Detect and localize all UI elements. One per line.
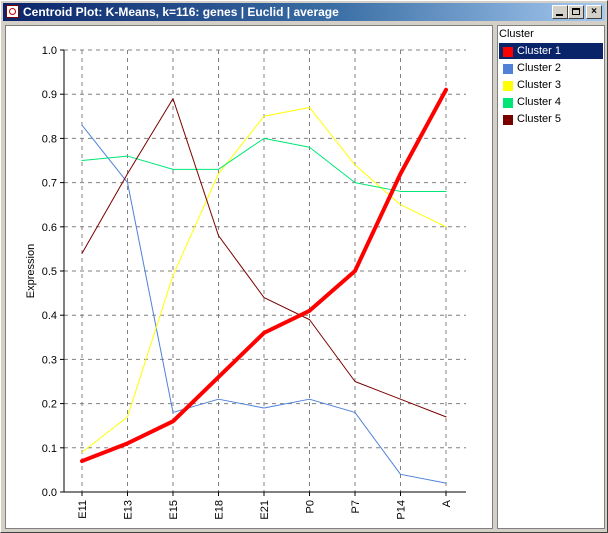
y-tick-label: 0.7 (42, 178, 57, 190)
x-tick-label: E13 (123, 500, 135, 520)
legend-header: Cluster (499, 28, 534, 40)
legend-item-cluster-2[interactable]: Cluster 2 (499, 60, 603, 76)
x-tick-label: P0 (305, 500, 317, 513)
x-tick-label: E15 (168, 500, 180, 520)
x-tick-label: P14 (396, 500, 408, 520)
y-tick-label: 0.6 (42, 222, 57, 234)
maximize-button[interactable] (568, 5, 584, 19)
legend-swatch (503, 115, 513, 125)
legend-swatch (503, 64, 513, 74)
legend-item-cluster-3[interactable]: Cluster 3 (499, 77, 603, 93)
legend-swatch (503, 81, 513, 91)
x-tick-label: P7 (350, 500, 362, 513)
y-tick-label: 0.8 (42, 133, 57, 145)
y-tick-label: 1.0 (42, 45, 57, 57)
x-tick-label: E21 (259, 500, 271, 520)
window-title: Centroid Plot: K-Means, k=116: genes | E… (23, 5, 339, 19)
app-icon[interactable] (6, 5, 19, 18)
maximize-icon (572, 8, 580, 15)
y-tick-label: 0.2 (42, 399, 57, 411)
y-tick-label: 0.4 (42, 310, 57, 322)
legend-swatch (503, 98, 513, 108)
legend-label: Cluster 2 (517, 62, 562, 74)
centroid-plot-window: Centroid Plot: K-Means, k=116: genes | E… (0, 0, 608, 533)
close-button[interactable]: × (586, 5, 602, 19)
legend-label: Cluster 5 (517, 113, 562, 125)
title-bar[interactable]: Centroid Plot: K-Means, k=116: genes | E… (3, 3, 605, 21)
plot-panel: 0.0 0.1 0.2 0.3 0.4 0.5 0.6 0.7 0.8 0.9 1.0 E11 E13 E… (5, 25, 493, 529)
y-axis-label: Expression (25, 244, 37, 298)
x-tick-label: E18 (214, 500, 226, 520)
legend-item-cluster-1[interactable]: Cluster 1 (499, 43, 603, 59)
cluster-legend: Cluster Cluster 1 Cluster 2 Cluster 3 Clust… (497, 25, 605, 529)
minimize-icon (556, 14, 563, 16)
x-tick-label: E11 (77, 500, 89, 519)
legend-label: Cluster 4 (517, 96, 562, 108)
y-tick-label: 0.0 (42, 487, 57, 499)
y-tick-label: 0.1 (42, 443, 57, 455)
legend-label: Cluster 1 (517, 45, 562, 57)
x-tick-label: A (441, 499, 453, 507)
y-tick-label: 0.5 (42, 266, 57, 278)
minimize-button[interactable] (552, 5, 568, 19)
centroid-line-chart: 0.0 0.1 0.2 0.3 0.4 0.5 0.6 0.7 0.8 0.9 1.0 E11 E13 E… (25, 45, 466, 520)
y-tick-label: 0.9 (42, 89, 57, 101)
legend-label: Cluster 3 (517, 79, 562, 91)
legend-item-cluster-5[interactable]: Cluster 5 (499, 111, 603, 127)
legend-item-cluster-4[interactable]: Cluster 4 (499, 94, 603, 110)
close-icon: × (591, 6, 597, 17)
y-tick-label: 0.3 (42, 354, 57, 366)
legend-swatch (503, 47, 513, 57)
